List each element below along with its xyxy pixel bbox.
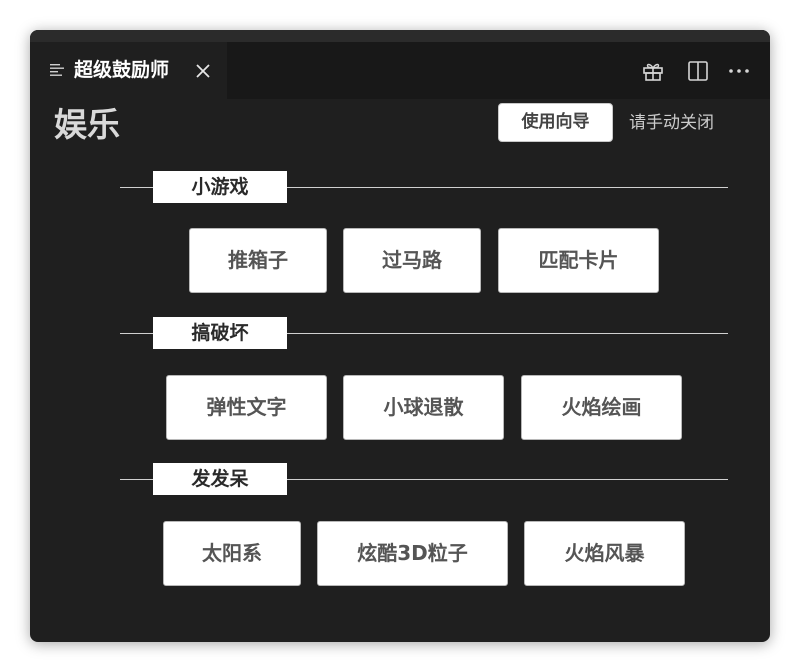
tab-super-encourager[interactable]: 超级鼓励师 xyxy=(30,42,227,99)
game-button-solar-system[interactable]: 太阳系 xyxy=(163,521,301,586)
split-editor-icon[interactable] xyxy=(686,59,710,83)
more-icon[interactable] xyxy=(727,59,751,83)
game-button-elastic-text[interactable]: 弹性文字 xyxy=(166,375,327,440)
tab-label: 超级鼓励师 xyxy=(74,59,170,81)
section-title-daydream: 发发呆 xyxy=(153,463,287,495)
window-top-strip xyxy=(30,30,770,42)
game-button-sokoban[interactable]: 推箱子 xyxy=(189,228,327,293)
section-title-mini-games: 小游戏 xyxy=(153,171,287,203)
game-button-ball-scatter[interactable]: 小球退散 xyxy=(343,375,504,440)
game-button-flame-painting[interactable]: 火焰绘画 xyxy=(521,375,682,440)
game-button-3d-particles[interactable]: 炫酷3D粒子 xyxy=(317,521,508,586)
game-button-match-cards[interactable]: 匹配卡片 xyxy=(498,228,659,293)
page-title: 娱乐 xyxy=(54,105,120,144)
close-icon[interactable] xyxy=(193,61,213,81)
section-title-mischief: 搞破坏 xyxy=(153,317,287,349)
guide-button[interactable]: 使用向导 xyxy=(498,103,613,142)
game-button-cross-road[interactable]: 过马路 xyxy=(343,228,481,293)
preview-lines-icon xyxy=(50,64,64,76)
editor-window: 超级鼓励师 娱乐 使用向导 请手动关闭 小游戏 推箱子 过马路 匹配卡片 搞破坏… xyxy=(30,30,770,642)
gift-icon[interactable] xyxy=(641,59,665,83)
close-hint: 请手动关闭 xyxy=(629,113,714,133)
game-button-flame-storm[interactable]: 火焰风暴 xyxy=(524,521,685,586)
tab-bar: 超级鼓励师 xyxy=(30,42,770,99)
